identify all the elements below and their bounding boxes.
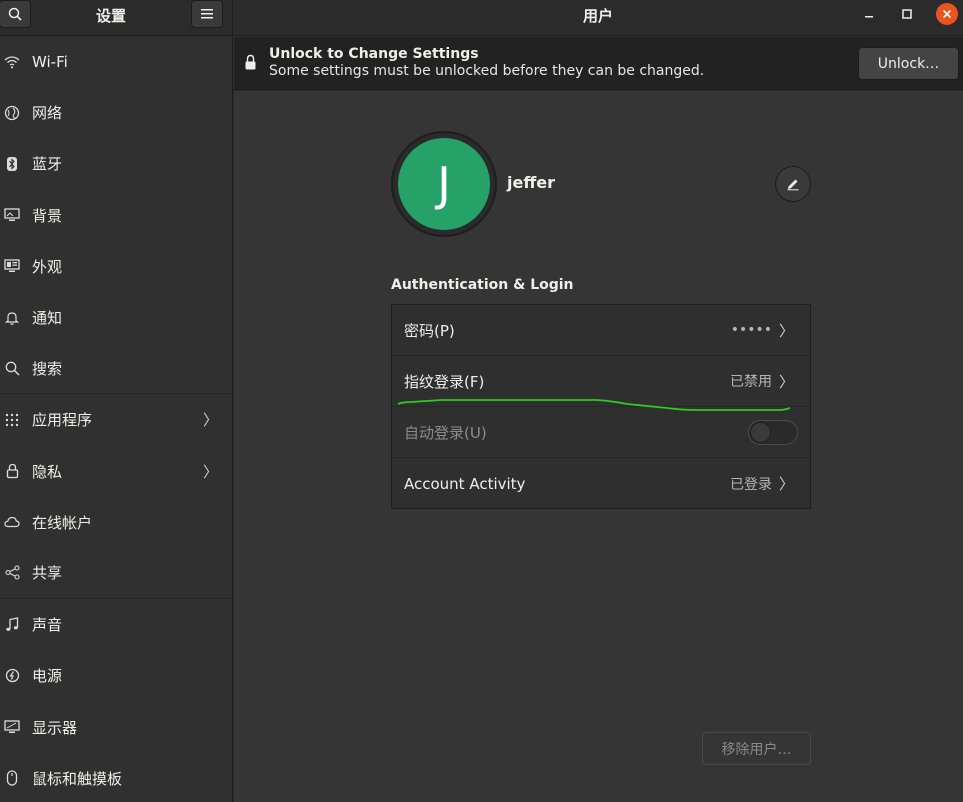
infobar-subtitle: Some settings must be unlocked before th… (269, 63, 705, 79)
chevron-right-icon: 〉 (203, 462, 219, 481)
sidebar-item-label: 显示器 (32, 718, 78, 737)
chevron-right-icon: 〉 (778, 372, 794, 391)
unlock-button[interactable]: Unlock… (858, 47, 959, 80)
appearance-icon (3, 257, 21, 275)
sidebar-item-label: 通知 (32, 309, 63, 328)
sidebar-item-network[interactable]: 网络 (0, 87, 232, 138)
sidebar-item-label: 电源 (32, 667, 63, 686)
sidebar-item-displays[interactable]: 显示器 (0, 701, 232, 752)
sidebar-item-online-accounts[interactable]: 在线帐户 (0, 497, 232, 548)
maximize-button[interactable] (896, 3, 918, 25)
remove-user-button[interactable]: 移除用户… (702, 732, 811, 765)
sidebar-item-sharing[interactable]: 共享 (0, 548, 232, 600)
search-icon (3, 359, 21, 377)
background-icon (3, 206, 21, 224)
mouse-icon (3, 769, 21, 787)
menu-button[interactable] (191, 0, 223, 28)
sidebar-item-applications[interactable]: 应用程序 〉 (0, 394, 232, 445)
unlock-infobar: Unlock to Change Settings Some settings … (234, 37, 963, 90)
sidebar-item-search[interactable]: 搜索 (0, 343, 232, 395)
apps-grid-icon (3, 411, 21, 429)
row-value: 已登录 (730, 476, 772, 493)
sidebar-item-label: 隐私 (32, 462, 63, 481)
chevron-right-icon: 〉 (203, 411, 219, 430)
bell-icon (3, 309, 21, 327)
page-title: 用户 (582, 7, 613, 25)
pencil-icon (787, 179, 799, 191)
avatar: J (398, 138, 490, 230)
sidebar-item-bluetooth[interactable]: 蓝牙 (0, 138, 232, 189)
sidebar-item-background[interactable]: 背景 (0, 190, 232, 241)
cloud-icon (3, 513, 21, 531)
sidebar-item-label: 应用程序 (32, 411, 93, 430)
sidebar: Wi-Fi 网络 蓝牙 背景 外观 通知 搜索 应用程序 〉 隐私 〉 在线帐户… (0, 36, 233, 802)
bluetooth-icon (3, 155, 21, 173)
main-panel: J jeffer Authentication & Login 密码(P) ••… (234, 91, 963, 802)
user-name: jeffer (507, 173, 556, 192)
sidebar-title: 设置 (95, 7, 126, 25)
sidebar-item-label: Wi-Fi (32, 52, 68, 71)
highlight-annotation (397, 399, 791, 411)
account-activity-row[interactable]: Account Activity 已登录 〉 (392, 458, 810, 509)
sidebar-item-label: 在线帐户 (32, 513, 93, 532)
lock-icon (244, 54, 257, 75)
display-icon (3, 718, 21, 736)
header-bar: 设置 用户 (0, 0, 963, 36)
row-label: 指纹登录(F) (404, 372, 485, 391)
close-button[interactable] (936, 3, 958, 25)
row-label: 密码(P) (404, 321, 455, 340)
power-icon (3, 667, 21, 685)
sidebar-item-label: 蓝牙 (32, 155, 63, 174)
sidebar-item-label: 共享 (32, 564, 63, 583)
sidebar-item-mouse-touchpad[interactable]: 鼠标和触摸板 (0, 753, 232, 802)
chevron-right-icon: 〉 (778, 475, 794, 493)
sidebar-item-label: 声音 (32, 616, 63, 635)
row-label: 自动登录(U) (404, 423, 487, 442)
sidebar-item-label: 外观 (32, 257, 63, 276)
row-label: Account Activity (404, 474, 526, 493)
sidebar-item-notifications[interactable]: 通知 (0, 292, 232, 343)
network-icon (3, 104, 21, 122)
row-value: ••••• (730, 322, 772, 338)
sidebar-item-label: 鼠标和触摸板 (32, 769, 123, 788)
password-row[interactable]: 密码(P) ••••• 〉 (392, 305, 810, 356)
edit-name-button[interactable] (775, 166, 811, 202)
sidebar-item-wifi[interactable]: Wi-Fi (0, 36, 232, 87)
auth-section-title: Authentication & Login (391, 277, 574, 293)
sidebar-item-privacy[interactable]: 隐私 〉 (0, 446, 232, 497)
sidebar-item-label: 背景 (32, 206, 63, 225)
toggle-knob (750, 422, 771, 443)
sidebar-item-appearance[interactable]: 外观 (0, 241, 232, 292)
chevron-right-icon: 〉 (778, 321, 794, 340)
share-icon (3, 564, 21, 582)
sidebar-item-label: 搜索 (32, 359, 63, 378)
infobar-title: Unlock to Change Settings (269, 46, 479, 62)
maximize-icon (902, 9, 912, 19)
hamburger-icon (201, 9, 213, 19)
lock-icon (3, 462, 21, 480)
music-note-icon (3, 616, 21, 634)
minimize-button[interactable] (858, 3, 880, 25)
minimize-icon (865, 16, 873, 18)
auto-login-toggle[interactable] (748, 420, 798, 445)
wifi-icon (3, 53, 21, 71)
avatar-button[interactable]: J (391, 131, 497, 237)
row-value: 已禁用 (730, 374, 772, 390)
sidebar-item-sound[interactable]: 声音 (0, 599, 232, 650)
close-icon (942, 9, 952, 19)
sidebar-item-power[interactable]: 电源 (0, 650, 232, 701)
sidebar-header: 设置 (0, 0, 233, 36)
sidebar-item-label: 网络 (32, 104, 63, 123)
